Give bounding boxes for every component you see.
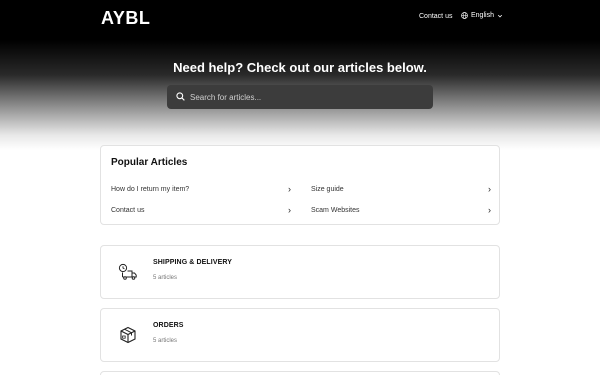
article-link-return[interactable]: How do I return my item? › bbox=[111, 184, 291, 194]
popular-articles-heading: Popular Articles bbox=[111, 157, 188, 168]
chevron-right-icon: › bbox=[488, 205, 491, 215]
hero-title: Need help? Check out our articles below. bbox=[173, 60, 427, 75]
category-title: SHIPPING & DELIVERY bbox=[153, 259, 233, 266]
delivery-truck-icon bbox=[118, 262, 138, 282]
category-article-count: 5 articles bbox=[153, 338, 178, 344]
category-card-shipping[interactable]: SHIPPING & DELIVERY 5 articles bbox=[100, 245, 500, 299]
chevron-right-icon: › bbox=[288, 184, 291, 194]
globe-icon bbox=[461, 12, 468, 19]
chevron-right-icon: › bbox=[288, 205, 291, 215]
language-selector[interactable]: English bbox=[461, 12, 503, 19]
article-link-label: Scam Websites bbox=[311, 206, 360, 214]
search-input[interactable] bbox=[190, 92, 420, 102]
category-title: ORDERS bbox=[153, 322, 184, 329]
article-link-label: Contact us bbox=[111, 206, 145, 214]
category-card-partial[interactable] bbox=[100, 371, 500, 375]
article-link-label: Size guide bbox=[311, 185, 344, 193]
article-link-size-guide[interactable]: Size guide › bbox=[311, 184, 491, 194]
popular-articles-card: Popular Articles How do I return my item… bbox=[100, 145, 500, 225]
search-icon bbox=[176, 88, 185, 106]
contact-us-link[interactable]: Contact us bbox=[419, 13, 452, 20]
chevron-right-icon: › bbox=[488, 184, 491, 194]
category-card-orders[interactable]: ORDERS 5 articles bbox=[100, 308, 500, 362]
article-link-label: How do I return my item? bbox=[111, 185, 190, 193]
category-article-count: 5 articles bbox=[153, 275, 178, 281]
brand-logo[interactable]: AYBL bbox=[101, 8, 150, 29]
chevron-down-icon bbox=[497, 13, 503, 19]
language-label: English bbox=[471, 12, 494, 19]
article-link-scam[interactable]: Scam Websites › bbox=[311, 205, 491, 215]
package-box-icon bbox=[118, 325, 138, 345]
search-bar[interactable] bbox=[167, 85, 433, 109]
article-link-contact[interactable]: Contact us › bbox=[111, 205, 291, 215]
top-navigation: AYBL Contact us English bbox=[0, 0, 600, 36]
